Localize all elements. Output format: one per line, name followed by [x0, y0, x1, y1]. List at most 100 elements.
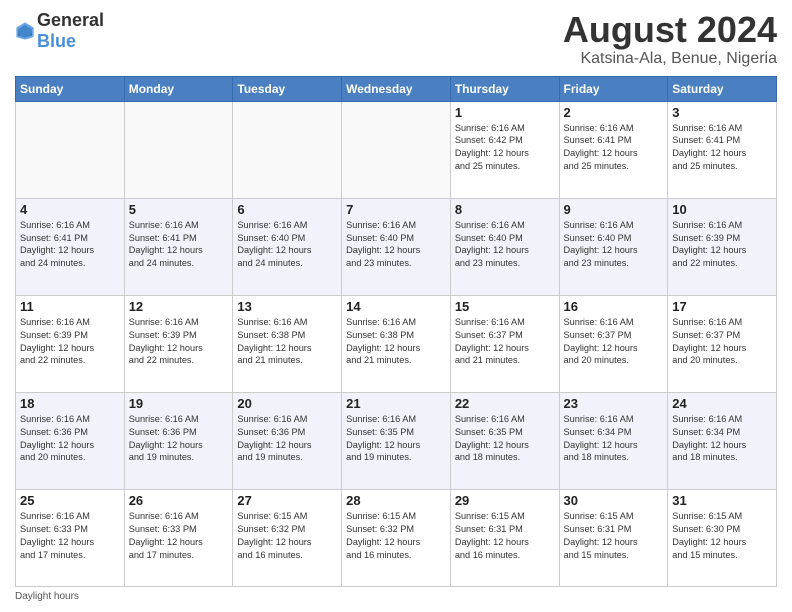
day-number: 14 — [346, 299, 446, 314]
calendar-table: Sunday Monday Tuesday Wednesday Thursday… — [15, 76, 777, 587]
day-number: 17 — [672, 299, 772, 314]
table-row: 18Sunrise: 6:16 AM Sunset: 6:36 PM Dayli… — [16, 392, 125, 489]
logo-blue: Blue — [37, 31, 76, 51]
table-row — [124, 101, 233, 198]
table-row — [233, 101, 342, 198]
table-row: 25 Sunrise: 6:16 AM Sunset: 6:33 PM Dayli… — [16, 489, 125, 586]
day-number: 15 — [455, 299, 555, 314]
table-row: 13 Sunrise: 6:16 AM Sunset: 6:38 PM Dayli… — [233, 295, 342, 392]
day-number: 1 — [455, 105, 555, 120]
day-number: 25 — [20, 493, 120, 508]
day-number: 10 — [672, 202, 772, 217]
day-info: Sunrise: 6:16 AM Sunset: 6:41 PM Dayligh… — [672, 122, 772, 174]
day-info: Sunrise: 6:16 AM Sunset: 6:36 PM Dayligh… — [20, 413, 120, 465]
table-row: 9 Sunrise: 6:16 AM Sunset: 6:40 PM Daylig… — [559, 198, 668, 295]
table-row: 28 Sunrise: 6:15 AM Sunset: 6:32 PM Dayli… — [342, 489, 451, 586]
logo-text: General Blue — [37, 10, 104, 52]
day-number: 30 — [564, 493, 664, 508]
calendar-row: 1Sunrise: 6:16 AM Sunset: 6:42 PM Daylig… — [16, 101, 777, 198]
calendar-wrapper: Sunday Monday Tuesday Wednesday Thursday… — [15, 76, 777, 602]
day-number: 29 — [455, 493, 555, 508]
day-number: 7 — [346, 202, 446, 217]
th-tuesday: Tuesday — [233, 76, 342, 101]
day-number: 24 — [672, 396, 772, 411]
day-info: Sunrise: 6:16 AM Sunset: 6:39 PM Dayligh… — [672, 219, 772, 271]
day-info: Sunrise: 6:15 AM Sunset: 6:32 PM Dayligh… — [346, 510, 446, 562]
table-row — [16, 101, 125, 198]
day-info: Sunrise: 6:16 AM Sunset: 6:34 PM Dayligh… — [672, 413, 772, 465]
day-number: 3 — [672, 105, 772, 120]
day-info: Sunrise: 6:16 AM Sunset: 6:40 PM Dayligh… — [564, 219, 664, 271]
day-number: 13 — [237, 299, 337, 314]
day-number: 19 — [129, 396, 229, 411]
table-row: 7Sunrise: 6:16 AM Sunset: 6:40 PM Daylig… — [342, 198, 451, 295]
table-row: 26 Sunrise: 6:16 AM Sunset: 6:33 PM Dayli… — [124, 489, 233, 586]
th-monday: Monday — [124, 76, 233, 101]
table-row: 31 Sunrise: 6:15 AM Sunset: 6:30 PM Dayli… — [668, 489, 777, 586]
day-info: Sunrise: 6:16 AM Sunset: 6:37 PM Dayligh… — [672, 316, 772, 368]
day-info: Sunrise: 6:16 AM Sunset: 6:36 PM Dayligh… — [129, 413, 229, 465]
title-section: August 2024 Katsina-Ala, Benue, Nigeria — [563, 10, 777, 68]
day-info: Sunrise: 6:16 AM Sunset: 6:36 PM Dayligh… — [237, 413, 337, 465]
day-info: Sunrise: 6:16 AM Sunset: 6:33 PM Dayligh… — [20, 510, 120, 562]
page: General Blue August 2024 Katsina-Ala, Be… — [0, 0, 792, 612]
calendar-row: 18Sunrise: 6:16 AM Sunset: 6:36 PM Dayli… — [16, 392, 777, 489]
day-number: 20 — [237, 396, 337, 411]
table-row: 21 Sunrise: 6:16 AM Sunset: 6:35 PM Dayli… — [342, 392, 451, 489]
day-number: 11 — [20, 299, 120, 314]
table-row: 11Sunrise: 6:16 AM Sunset: 6:39 PM Dayli… — [16, 295, 125, 392]
day-info: Sunrise: 6:16 AM Sunset: 6:41 PM Dayligh… — [564, 122, 664, 174]
calendar-row: 11 Sunrise: 6:16 AM Sunset: 6:39 PM Dayli… — [16, 295, 777, 392]
calendar-row: 25 Sunrise: 6:16 AM Sunset: 6:33 PM Dayli… — [16, 489, 777, 586]
logo: General Blue — [15, 10, 104, 52]
day-number: 22 — [455, 396, 555, 411]
day-number: 9 — [564, 202, 664, 217]
day-info: Sunrise: 6:15 AM Sunset: 6:32 PM Dayligh… — [237, 510, 337, 562]
day-info: Sunrise: 6:16 AM Sunset: 6:40 PM Dayligh… — [455, 219, 555, 271]
table-row: 15Sunrise: 6:16 AM Sunset: 6:37 PM Dayli… — [450, 295, 559, 392]
calendar-header: Sunday Monday Tuesday Wednesday Thursday… — [16, 76, 777, 101]
day-info: Sunrise: 6:16 AM Sunset: 6:35 PM Dayligh… — [346, 413, 446, 465]
day-number: 21 — [346, 396, 446, 411]
day-number: 23 — [564, 396, 664, 411]
day-number: 8 — [455, 202, 555, 217]
calendar-row: 4Sunrise: 6:16 AM Sunset: 6:41 PM Daylig… — [16, 198, 777, 295]
th-wednesday: Wednesday — [342, 76, 451, 101]
day-number: 28 — [346, 493, 446, 508]
table-row: 3 Sunrise: 6:16 AM Sunset: 6:41 PM Daylig… — [668, 101, 777, 198]
th-friday: Friday — [559, 76, 668, 101]
day-info: Sunrise: 6:16 AM Sunset: 6:37 PM Dayligh… — [564, 316, 664, 368]
day-info: Sunrise: 6:16 AM Sunset: 6:33 PM Dayligh… — [129, 510, 229, 562]
subtitle: Katsina-Ala, Benue, Nigeria — [563, 50, 777, 68]
daylight-note: Daylight hours — [15, 591, 777, 602]
day-number: 12 — [129, 299, 229, 314]
calendar-body: 1Sunrise: 6:16 AM Sunset: 6:42 PM Daylig… — [16, 101, 777, 586]
day-info: Sunrise: 6:16 AM Sunset: 6:35 PM Dayligh… — [455, 413, 555, 465]
day-info: Sunrise: 6:15 AM Sunset: 6:31 PM Dayligh… — [455, 510, 555, 562]
day-info: Sunrise: 6:16 AM Sunset: 6:41 PM Dayligh… — [20, 219, 120, 271]
table-row: 22 Sunrise: 6:16 AM Sunset: 6:35 PM Dayli… — [450, 392, 559, 489]
table-row: 17 Sunrise: 6:16 AM Sunset: 6:37 PM Dayli… — [668, 295, 777, 392]
day-number: 27 — [237, 493, 337, 508]
header: General Blue August 2024 Katsina-Ala, Be… — [15, 10, 777, 68]
day-info: Sunrise: 6:15 AM Sunset: 6:30 PM Dayligh… — [672, 510, 772, 562]
day-info: Sunrise: 6:15 AM Sunset: 6:31 PM Dayligh… — [564, 510, 664, 562]
table-row: 12 Sunrise: 6:16 AM Sunset: 6:39 PM Dayli… — [124, 295, 233, 392]
header-row: Sunday Monday Tuesday Wednesday Thursday… — [16, 76, 777, 101]
table-row: 30 Sunrise: 6:15 AM Sunset: 6:31 PM Dayli… — [559, 489, 668, 586]
day-info: Sunrise: 6:16 AM Sunset: 6:40 PM Dayligh… — [237, 219, 337, 271]
table-row: 10 Sunrise: 6:16 AM Sunset: 6:39 PM Dayli… — [668, 198, 777, 295]
day-info: Sunrise: 6:16 AM Sunset: 6:39 PM Dayligh… — [129, 316, 229, 368]
table-row: 29 Sunrise: 6:15 AM Sunset: 6:31 PM Dayli… — [450, 489, 559, 586]
table-row: 14 Sunrise: 6:16 AM Sunset: 6:38 PM Dayli… — [342, 295, 451, 392]
day-number: 26 — [129, 493, 229, 508]
day-info: Sunrise: 6:16 AM Sunset: 6:41 PM Dayligh… — [129, 219, 229, 271]
table-row: 5Sunrise: 6:16 AM Sunset: 6:41 PM Daylig… — [124, 198, 233, 295]
logo-icon — [15, 21, 35, 41]
day-info: Sunrise: 6:16 AM Sunset: 6:38 PM Dayligh… — [346, 316, 446, 368]
day-number: 31 — [672, 493, 772, 508]
main-title: August 2024 — [563, 10, 777, 50]
table-row: 8 Sunrise: 6:16 AM Sunset: 6:40 PM Daylig… — [450, 198, 559, 295]
table-row: 6Sunrise: 6:16 AM Sunset: 6:40 PM Daylig… — [233, 198, 342, 295]
day-info: Sunrise: 6:16 AM Sunset: 6:38 PM Dayligh… — [237, 316, 337, 368]
